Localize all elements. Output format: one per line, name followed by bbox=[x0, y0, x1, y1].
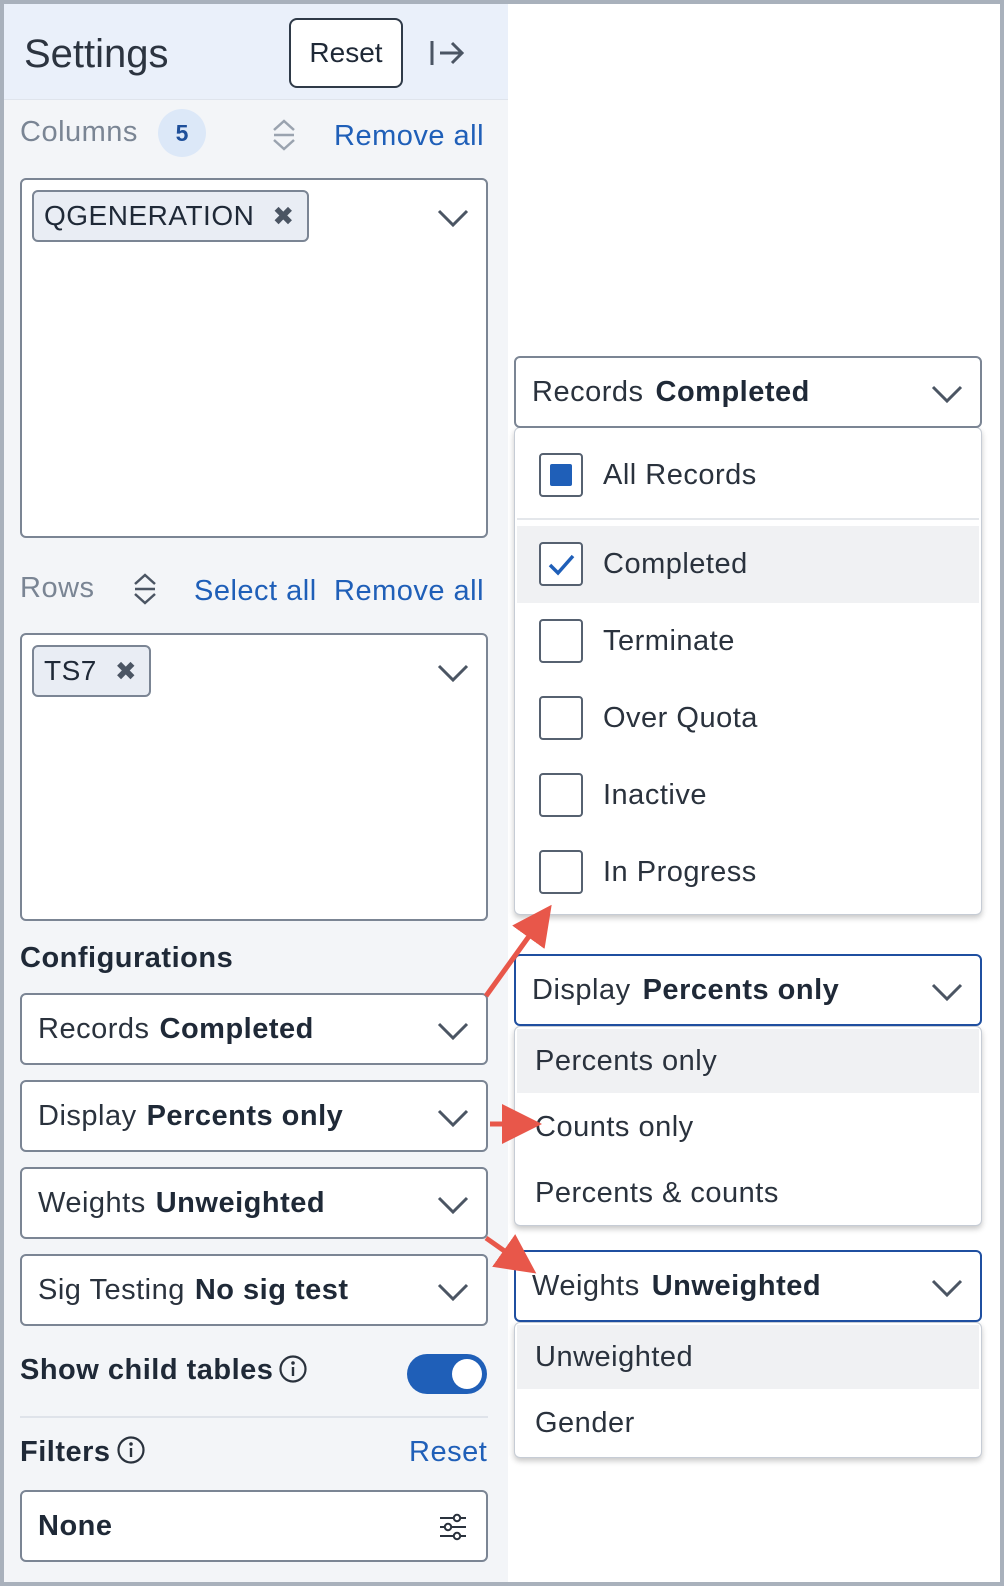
filters-value: None bbox=[38, 1509, 113, 1542]
option-label: All Records bbox=[603, 458, 757, 491]
weights-select-label: Weights bbox=[38, 1186, 146, 1219]
chevron-down-icon bbox=[931, 385, 963, 404]
display-option-percents-counts[interactable]: Percents & counts bbox=[517, 1161, 979, 1225]
filters-label: Filters bbox=[20, 1436, 111, 1468]
option-label: Terminate bbox=[603, 625, 735, 657]
display-dropdown-label: Display bbox=[532, 973, 631, 1006]
sort-icon[interactable] bbox=[271, 118, 297, 152]
row-chip: TS7 ✖ bbox=[32, 645, 152, 697]
display-select-value: Percents only bbox=[146, 1099, 344, 1132]
display-option-percents[interactable]: Percents only bbox=[517, 1029, 979, 1093]
records-option-over-quota[interactable]: Over Quota bbox=[517, 680, 979, 757]
sig-testing-select[interactable]: Sig Testing No sig test bbox=[20, 1254, 488, 1326]
columns-remove-all-link[interactable]: Remove all bbox=[334, 120, 484, 153]
remove-chip-icon[interactable]: ✖ bbox=[272, 201, 294, 232]
option-label: Counts only bbox=[535, 1110, 694, 1143]
divider bbox=[20, 1416, 488, 1418]
columns-select-box[interactable]: QGENERATION ✖ bbox=[20, 178, 488, 538]
option-label: Inactive bbox=[603, 779, 707, 811]
sliders-icon[interactable] bbox=[438, 1512, 468, 1542]
columns-count-badge: 5 bbox=[158, 109, 206, 157]
chevron-down-icon bbox=[931, 983, 963, 1002]
sort-icon[interactable] bbox=[132, 572, 158, 606]
option-label: In Progress bbox=[603, 856, 757, 888]
column-chip: QGENERATION ✖ bbox=[32, 190, 309, 242]
columns-label: Columns bbox=[20, 116, 138, 148]
records-select[interactable]: Records Completed bbox=[20, 993, 488, 1065]
rows-label: Rows bbox=[20, 572, 95, 604]
records-dropdown-trigger[interactable]: Records Completed bbox=[514, 356, 982, 428]
records-select-value: Completed bbox=[159, 1012, 314, 1045]
chevron-down-icon bbox=[931, 1279, 963, 1298]
option-label: Percents only bbox=[535, 1044, 718, 1077]
settings-header: Settings Reset bbox=[4, 4, 508, 100]
display-select[interactable]: Display Percents only bbox=[20, 1080, 488, 1152]
display-dropdown-trigger[interactable]: Display Percents only bbox=[514, 954, 982, 1026]
records-dropdown-label: Records bbox=[532, 375, 644, 408]
weights-option-unweighted[interactable]: Unweighted bbox=[517, 1325, 979, 1389]
info-icon[interactable] bbox=[278, 1354, 308, 1384]
chevron-down-icon bbox=[437, 1109, 469, 1128]
row-chip-label: TS7 bbox=[44, 655, 97, 686]
records-dropdown-value: Completed bbox=[655, 375, 810, 408]
rows-select-all-link[interactable]: Select all bbox=[194, 575, 317, 608]
show-child-tables-toggle[interactable] bbox=[407, 1354, 487, 1394]
records-option-terminate[interactable]: Terminate bbox=[517, 603, 979, 680]
checkbox-checked[interactable] bbox=[539, 542, 583, 586]
checkbox-unchecked[interactable] bbox=[539, 696, 583, 740]
option-label: Unweighted bbox=[535, 1340, 694, 1373]
weights-dropdown-menu: Unweighted Gender bbox=[514, 1322, 982, 1458]
settings-panel: Settings Reset Columns 5 Remove all QGEN… bbox=[4, 4, 508, 1582]
weights-dropdown-label: Weights bbox=[532, 1269, 640, 1302]
checkbox-partial[interactable] bbox=[539, 453, 583, 497]
column-chip-label: QGENERATION bbox=[44, 200, 255, 231]
rows-remove-all-link[interactable]: Remove all bbox=[334, 575, 484, 608]
reset-button[interactable]: Reset bbox=[289, 18, 403, 88]
display-select-label: Display bbox=[38, 1099, 137, 1132]
checkbox-unchecked[interactable] bbox=[539, 619, 583, 663]
chevron-down-icon bbox=[437, 1022, 469, 1041]
remove-chip-icon[interactable]: ✖ bbox=[115, 656, 137, 687]
display-option-counts[interactable]: Counts only bbox=[517, 1095, 979, 1159]
chevron-down-icon bbox=[437, 1196, 469, 1215]
display-dropdown-menu: Percents only Counts only Percents & cou… bbox=[514, 1026, 982, 1226]
info-icon[interactable] bbox=[116, 1435, 146, 1465]
filters-reset-link[interactable]: Reset bbox=[409, 1436, 487, 1469]
records-option-inactive[interactable]: Inactive bbox=[517, 757, 979, 834]
option-label: Percents & counts bbox=[535, 1176, 779, 1209]
configurations-title: Configurations bbox=[20, 942, 234, 974]
collapse-panel-icon[interactable] bbox=[429, 38, 465, 68]
weights-option-gender[interactable]: Gender bbox=[517, 1391, 979, 1455]
records-option-in-progress[interactable]: In Progress bbox=[517, 834, 979, 911]
checkbox-unchecked[interactable] bbox=[539, 850, 583, 894]
chevron-down-icon bbox=[437, 1283, 469, 1302]
filters-field[interactable]: None bbox=[20, 1490, 488, 1562]
chevron-down-icon[interactable] bbox=[436, 663, 470, 683]
records-option-completed[interactable]: Completed bbox=[517, 526, 979, 603]
option-label: Gender bbox=[535, 1406, 635, 1439]
divider bbox=[517, 518, 979, 520]
option-label: Over Quota bbox=[603, 702, 758, 734]
weights-select-value: Unweighted bbox=[155, 1186, 326, 1219]
panel-title: Settings bbox=[24, 32, 169, 76]
records-select-label: Records bbox=[38, 1012, 150, 1045]
sig-testing-select-value: No sig test bbox=[194, 1273, 349, 1306]
weights-dropdown-value: Unweighted bbox=[651, 1269, 822, 1302]
records-dropdown-menu: All Records Completed Terminate Over Quo… bbox=[514, 427, 982, 915]
rows-select-box[interactable]: TS7 ✖ bbox=[20, 633, 488, 921]
checkbox-unchecked[interactable] bbox=[539, 773, 583, 817]
toggle-knob bbox=[452, 1359, 482, 1389]
display-dropdown-value: Percents only bbox=[642, 973, 840, 1006]
chevron-down-icon[interactable] bbox=[436, 208, 470, 228]
weights-dropdown-trigger[interactable]: Weights Unweighted bbox=[514, 1250, 982, 1322]
sig-testing-select-label: Sig Testing bbox=[38, 1273, 185, 1306]
records-option-all[interactable]: All Records bbox=[517, 432, 979, 518]
show-child-tables-label: Show child tables bbox=[20, 1354, 274, 1386]
weights-select[interactable]: Weights Unweighted bbox=[20, 1167, 488, 1239]
option-label: Completed bbox=[603, 548, 748, 580]
